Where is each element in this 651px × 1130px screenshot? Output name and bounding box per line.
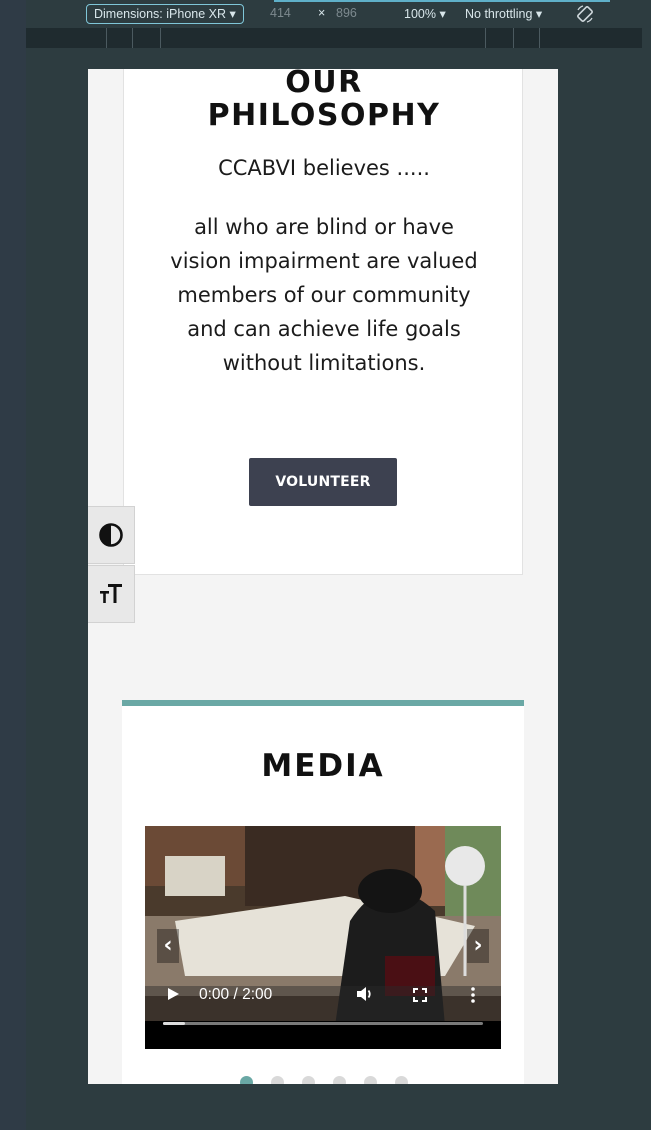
ruler-tick [485, 28, 486, 48]
carousel-dot[interactable] [395, 1076, 408, 1084]
toolbar-accent-line [274, 0, 610, 2]
carousel-dot[interactable] [271, 1076, 284, 1084]
video-frame-image [145, 826, 501, 1049]
video-progress-bar[interactable] [163, 1022, 483, 1025]
carousel-next-arrow[interactable]: › [467, 929, 489, 963]
ruler-tick [539, 28, 540, 48]
devtools-frame: Dimensions: iPhone XR ▾ 414 × 896 100% ▾… [0, 0, 651, 1130]
philosophy-card: OUR PHILOSOPHY CCABVI believes ..... all… [123, 69, 523, 575]
play-icon[interactable] [165, 986, 181, 1002]
carousel-dot[interactable] [333, 1076, 346, 1084]
philosophy-statement: all who are blind or have vision impairm… [170, 215, 478, 375]
ruler-tick [513, 28, 514, 48]
media-query-ruler[interactable] [26, 28, 642, 48]
contrast-toggle-button[interactable] [88, 506, 135, 564]
contrast-icon [99, 523, 123, 547]
believes-text: CCABVI believes ..... [218, 156, 430, 180]
ruler-tick [132, 28, 133, 48]
dimension-separator: × [318, 6, 326, 20]
video-time: 0:00 / 2:00 [199, 986, 273, 1003]
device-select[interactable]: Dimensions: iPhone XR ▾ [86, 4, 244, 24]
rotate-icon[interactable] [575, 4, 595, 24]
height-field[interactable]: 896 [336, 6, 357, 20]
volunteer-button[interactable]: VOLUNTEER [249, 458, 397, 506]
more-options-icon[interactable] [469, 986, 477, 1004]
carousel-prev-arrow[interactable]: ‹ [157, 929, 179, 963]
page-viewport: OUR PHILOSOPHY CCABVI believes ..... all… [88, 69, 558, 1084]
media-title: MEDIA [261, 748, 385, 784]
carousel-dots [122, 1076, 524, 1084]
carousel-dot[interactable] [240, 1076, 253, 1084]
video-progress-fill [163, 1022, 186, 1025]
carousel-dot[interactable] [302, 1076, 315, 1084]
philosophy-title: OUR PHILOSOPHY [124, 69, 524, 132]
media-card: MEDIA ‹ › 0:00 / 2:00 [122, 700, 524, 1084]
text-size-icon [100, 584, 122, 603]
philosophy-title-text: OUR PHILOSOPHY [207, 69, 441, 133]
device-toolbar: Dimensions: iPhone XR ▾ 414 × 896 100% ▾… [26, 0, 651, 28]
zoom-select[interactable]: 100% ▾ [404, 6, 446, 21]
width-field[interactable]: 414 [270, 6, 291, 20]
throttling-select[interactable]: No throttling ▾ [465, 6, 542, 21]
left-panel-strip [0, 0, 26, 1130]
carousel-dot[interactable] [364, 1076, 377, 1084]
video-controls-bar [145, 1021, 501, 1049]
text-size-button[interactable] [88, 565, 135, 623]
ruler-tick [106, 28, 107, 48]
volume-icon[interactable] [355, 985, 375, 1003]
ruler-tick [160, 28, 161, 48]
fullscreen-icon[interactable] [412, 987, 428, 1003]
video-player[interactable]: ‹ › 0:00 / 2:00 [145, 826, 501, 1049]
